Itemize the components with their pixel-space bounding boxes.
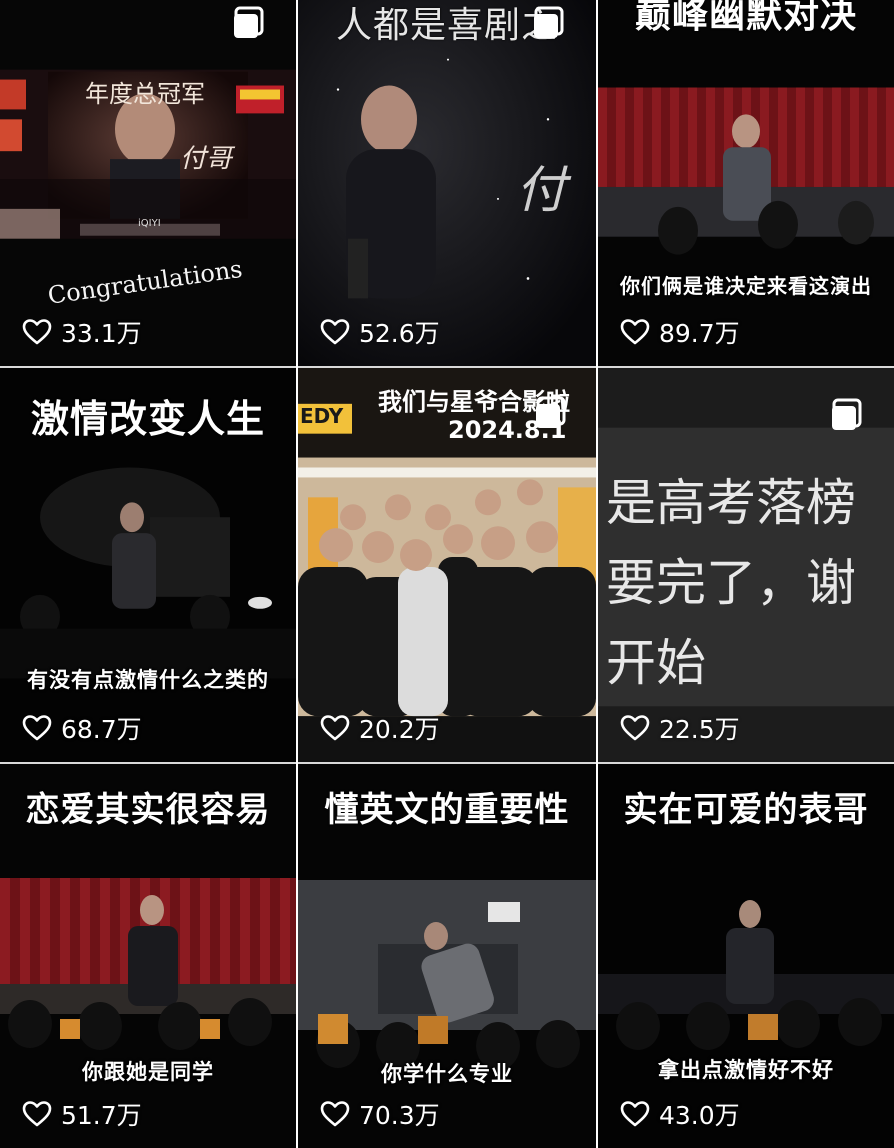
- like-count: 89.7万: [620, 314, 740, 350]
- tile-title: 激情改变人生: [30, 397, 265, 441]
- video-tile-1[interactable]: 年度总冠军 付哥 iQIYI Congratulations 33.1万: [0, 0, 296, 368]
- tile-caption: 拿出点激情好不好: [658, 1058, 834, 1082]
- multi-image-icon: [534, 6, 564, 38]
- like-count-text: 33.1万: [61, 319, 142, 348]
- screen-logo-text: iQIYI: [138, 218, 161, 229]
- like-count-text: 68.7万: [61, 715, 142, 744]
- heart-outline-icon: [320, 1101, 350, 1127]
- screen-text-line-3: 开始: [606, 634, 706, 692]
- tile-caption: 有没有点激情什么之类的: [27, 668, 269, 692]
- video-tile-5[interactable]: EDY 我们与星爷合影啦 2024.8.1 20.2万: [298, 368, 596, 764]
- heart-outline-icon: [22, 1101, 52, 1127]
- screen-signature-text: 付哥: [180, 144, 233, 174]
- multi-image-icon: [832, 398, 862, 430]
- screen-signature-text: 付: [516, 161, 566, 219]
- tile-caption: 你们俩是谁决定来看这演出: [620, 274, 872, 298]
- like-count: 68.7万: [22, 710, 142, 746]
- video-tile-4[interactable]: 激情改变人生 有没有点激情什么之类的 68.7万: [0, 368, 296, 764]
- screen-text-line-1: 是高考落榜: [606, 474, 856, 532]
- like-count: 70.3万: [320, 1096, 440, 1132]
- video-tile-3[interactable]: 巅峰幽默对决 你们俩是谁决定来看这演出 89.7万: [598, 0, 894, 368]
- screen-top-text: 年度总冠军: [85, 80, 205, 108]
- video-tile-6[interactable]: 是高考落榜 要完了，谢 开始 22.5万: [598, 368, 894, 764]
- video-tile-7[interactable]: 恋爱其实很容易 你跟她是同学 51.7万: [0, 764, 296, 1148]
- stage-curtain-scene: [598, 0, 894, 366]
- multi-image-icon: [234, 6, 264, 38]
- like-count: 43.0万: [620, 1096, 740, 1132]
- tile-caption: 你跟她是同学: [82, 1060, 214, 1084]
- tile-title: 巅峰幽默对决: [634, 0, 857, 36]
- video-tile-9[interactable]: 实在可爱的表哥 拿出点激情好不好 43.0万: [598, 764, 894, 1148]
- heart-outline-icon: [320, 715, 350, 741]
- like-count: 20.2万: [320, 710, 440, 746]
- heart-outline-icon: [22, 715, 52, 741]
- like-count-text: 20.2万: [359, 715, 440, 744]
- video-grid: 年度总冠军 付哥 iQIYI Congratulations 33.1万 人都是…: [0, 0, 894, 1148]
- like-count-text: 89.7万: [659, 319, 740, 348]
- heart-outline-icon: [620, 715, 650, 741]
- banner-brand: EDY: [300, 404, 344, 428]
- like-count: 51.7万: [22, 1096, 142, 1132]
- like-count: 22.5万: [620, 710, 740, 746]
- video-tile-8[interactable]: 懂英文的重要性 你学什么专业 70.3万: [298, 764, 596, 1148]
- like-count-text: 51.7万: [61, 1101, 142, 1130]
- like-count: 52.6万: [320, 314, 440, 350]
- stage-screen-scene: [0, 0, 296, 366]
- heart-outline-icon: [620, 1101, 650, 1127]
- tile-title: 实在可爱的表哥: [623, 790, 869, 830]
- heart-outline-icon: [22, 319, 52, 345]
- like-count: 33.1万: [22, 314, 142, 350]
- like-count-text: 52.6万: [359, 319, 440, 348]
- like-count-text: 70.3万: [359, 1101, 440, 1130]
- heart-outline-icon: [620, 319, 650, 345]
- screen-text-line-2: 要完了，谢: [606, 554, 856, 612]
- tile-title: 懂英文的重要性: [324, 790, 570, 830]
- like-count-text: 22.5万: [659, 715, 740, 744]
- video-tile-2[interactable]: 人都是喜剧之 付 52.6万: [298, 0, 596, 368]
- multi-image-icon: [536, 396, 566, 428]
- tile-caption: 你学什么专业: [381, 1062, 513, 1086]
- like-count-text: 43.0万: [659, 1101, 740, 1130]
- tile-title: 恋爱其实很容易: [25, 790, 271, 830]
- heart-outline-icon: [320, 319, 350, 345]
